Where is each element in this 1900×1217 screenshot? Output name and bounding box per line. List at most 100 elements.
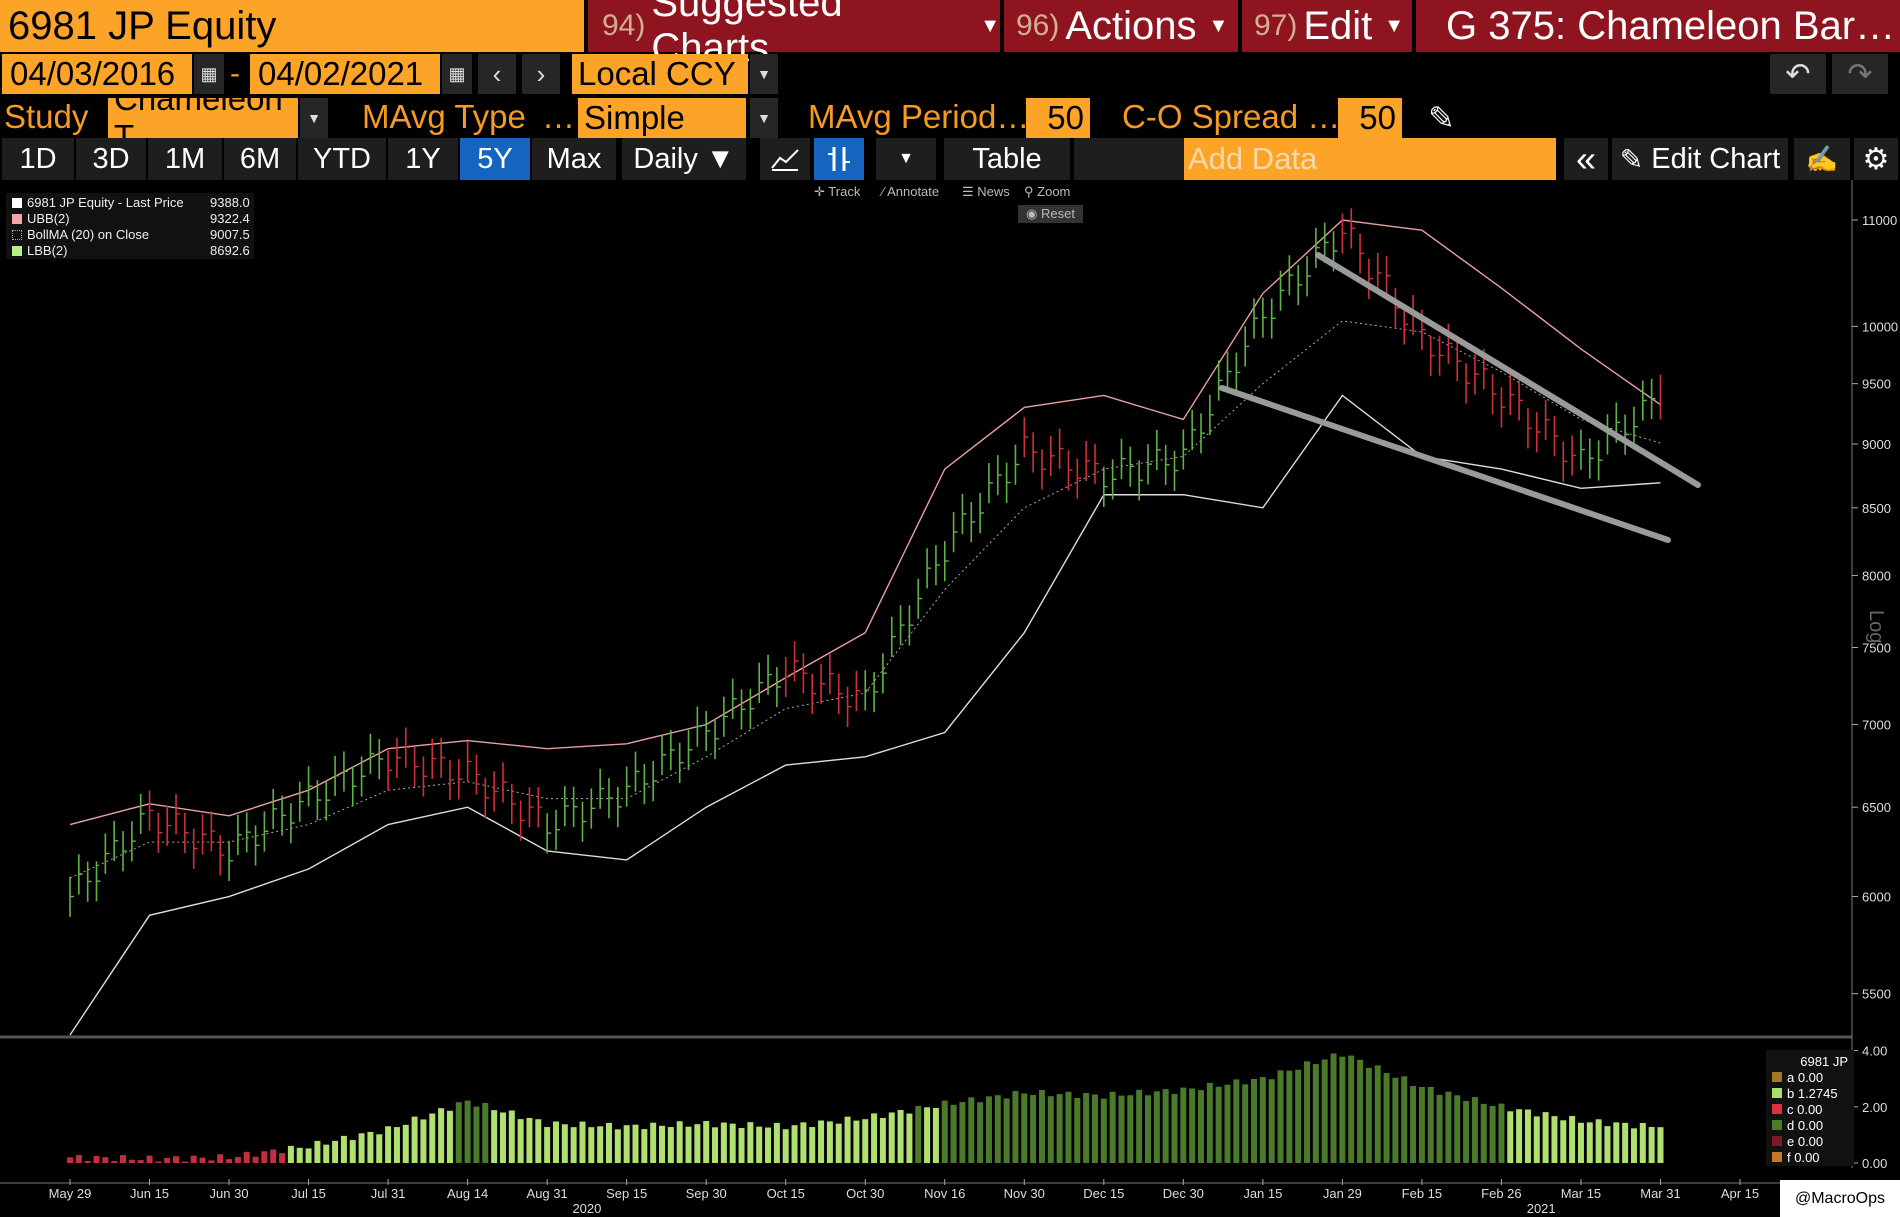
end-date-field[interactable]: 04/02/2021 — [250, 54, 440, 94]
histogram-bar — [1127, 1095, 1134, 1163]
x-tick-label: Sep 15 — [606, 1186, 647, 1201]
histogram-bar — [994, 1095, 1001, 1163]
x-tick-label: Apr 15 — [1721, 1186, 1759, 1201]
redo-icon[interactable]: ↷ — [1832, 54, 1888, 94]
price-chart[interactable]: 11000 10000 9500 9000 8500 8000 7500 7000 6500 60… — [0, 0, 1900, 1217]
start-date-field[interactable]: 04/03/2016 — [2, 54, 192, 94]
histogram-bar — [1003, 1098, 1010, 1163]
period-3d-button[interactable]: 3D — [76, 138, 146, 180]
reset-label: Reset — [1040, 206, 1075, 221]
period-ytd-button[interactable]: YTD — [298, 138, 386, 180]
pencil-icon[interactable]: ✎ — [1428, 98, 1455, 138]
edit-list-icon[interactable]: ✍ — [1794, 138, 1850, 180]
histogram-bar — [517, 1119, 524, 1163]
histogram-bar — [199, 1157, 206, 1163]
calendar-icon[interactable]: ▦ — [194, 54, 224, 94]
histogram-bar — [1153, 1091, 1160, 1163]
legend-label: 6981 JP Equity - Last Price — [27, 195, 184, 210]
calendar-icon[interactable]: ▦ — [442, 54, 472, 94]
histogram-bar — [1330, 1053, 1337, 1163]
reset-button[interactable]: ◉ Reset — [1018, 205, 1083, 223]
histogram-bar — [1012, 1091, 1019, 1163]
chevron-down-icon[interactable]: ▼ — [750, 98, 778, 138]
legend-value: 9322.4 — [210, 211, 250, 226]
currency-select[interactable]: Local CCY — [572, 54, 748, 94]
chevron-down-icon[interactable]: ▼ — [300, 98, 328, 138]
histogram-bar — [1569, 1115, 1576, 1163]
study-select[interactable]: Chameleon T — [108, 98, 298, 138]
histogram-bar — [137, 1160, 144, 1163]
period-5y-button[interactable]: 5Y — [460, 138, 530, 180]
histogram-bar — [102, 1157, 109, 1163]
chart-type-dropdown[interactable]: ▼ — [876, 138, 936, 180]
histogram-bar — [120, 1155, 127, 1163]
year-label: 2021 — [1527, 1201, 1556, 1216]
histogram-bar — [499, 1112, 506, 1163]
histogram-bar — [959, 1102, 966, 1163]
lower-panel-legend: 6981 JP a 0.00 b 1.2745 c 0.00 d 0.00 e 0.00… — [1766, 1050, 1854, 1166]
chevron-down-icon: ▼ — [1208, 14, 1229, 37]
x-tick-label: Jul 15 — [291, 1186, 326, 1201]
add-data-input[interactable]: Add Data — [1184, 138, 1556, 180]
histogram-bar — [1348, 1055, 1355, 1163]
histogram-bar — [1613, 1122, 1620, 1163]
lower-legend-text: a 0.00 — [1787, 1069, 1824, 1085]
chevron-down-icon[interactable]: ▼ — [750, 54, 778, 94]
ticker-field[interactable]: 6981 JP Equity — [0, 0, 584, 52]
y-tick-label: 5500 — [1862, 987, 1891, 1002]
x-tick-label: Oct 30 — [846, 1186, 884, 1201]
edit-chart-button[interactable]: ✎ Edit Chart — [1612, 138, 1788, 180]
lower-y-tick-label: 0.00 — [1862, 1156, 1887, 1171]
lower-legend-item: a 0.00 — [1772, 1069, 1848, 1085]
date-separator: - — [230, 57, 240, 90]
edit-menu[interactable]: 97) Edit ▼ — [1242, 0, 1412, 52]
histogram-bar — [1648, 1126, 1655, 1163]
histogram-bar — [1401, 1076, 1408, 1163]
table-button[interactable]: Table — [944, 138, 1070, 180]
mavg-type-select[interactable]: Simple — [578, 98, 746, 138]
histogram-bar — [809, 1127, 816, 1163]
x-tick-label: Oct 15 — [767, 1186, 805, 1201]
collapse-double-chevron-icon[interactable]: « — [1564, 138, 1608, 180]
undo-icon[interactable]: ↶ — [1770, 54, 1826, 94]
histogram-bar — [75, 1155, 82, 1163]
lower-band-line — [69, 394, 1661, 1036]
line-chart-icon[interactable] — [760, 138, 810, 180]
histogram-bar — [190, 1155, 197, 1163]
period-1d-button[interactable]: 1D — [2, 138, 74, 180]
histogram-bar — [1180, 1087, 1187, 1163]
mavg-type-label: MAvg Type — [362, 98, 526, 135]
histogram-bar — [279, 1153, 286, 1163]
lower-legend-text: e 0.00 — [1787, 1133, 1824, 1149]
histogram-bar — [800, 1122, 807, 1163]
reset-icon: ◉ — [1026, 206, 1038, 221]
histogram-bar — [1233, 1079, 1240, 1163]
track-tool[interactable]: ✛ Track — [814, 184, 860, 200]
co-spread-input[interactable]: 50 — [1338, 98, 1402, 138]
actions-menu[interactable]: 96) Actions ▼ — [1004, 0, 1238, 52]
frequency-select[interactable]: Daily ▼ — [622, 138, 746, 180]
period-max-button[interactable]: Max — [532, 138, 616, 180]
bar-chart-icon[interactable] — [814, 138, 864, 180]
chevron-right-icon[interactable]: › — [522, 54, 560, 94]
chevron-left-icon[interactable]: ‹ — [478, 54, 516, 94]
histogram-bar — [1427, 1086, 1434, 1163]
histogram-bar — [217, 1154, 224, 1163]
annotate-tool[interactable]: ∕ Annotate — [882, 184, 939, 199]
histogram-bar — [950, 1104, 957, 1163]
histogram-bar — [614, 1129, 621, 1163]
mavg-period-input[interactable]: 50 — [1026, 98, 1090, 138]
zoom-tool[interactable]: ⚲ Zoom — [1024, 184, 1070, 200]
histogram-bar — [1021, 1093, 1028, 1163]
news-tool[interactable]: ☰ News — [962, 184, 1010, 200]
suggested-charts-menu[interactable]: 94) Suggested Charts ▼ — [588, 0, 1000, 70]
x-tick-label: Aug 31 — [527, 1186, 568, 1201]
chevron-down-icon: ▼ — [1384, 14, 1405, 37]
legend-item: 6981 JP Equity - Last Price 9388.0 — [12, 195, 250, 210]
histogram-bar — [1516, 1109, 1523, 1163]
period-1m-button[interactable]: 1M — [148, 138, 222, 180]
x-tick-label: Mar 31 — [1640, 1186, 1680, 1201]
gear-icon[interactable]: ⚙ — [1854, 138, 1898, 180]
period-6m-button[interactable]: 6M — [224, 138, 296, 180]
period-1y-button[interactable]: 1Y — [388, 138, 458, 180]
